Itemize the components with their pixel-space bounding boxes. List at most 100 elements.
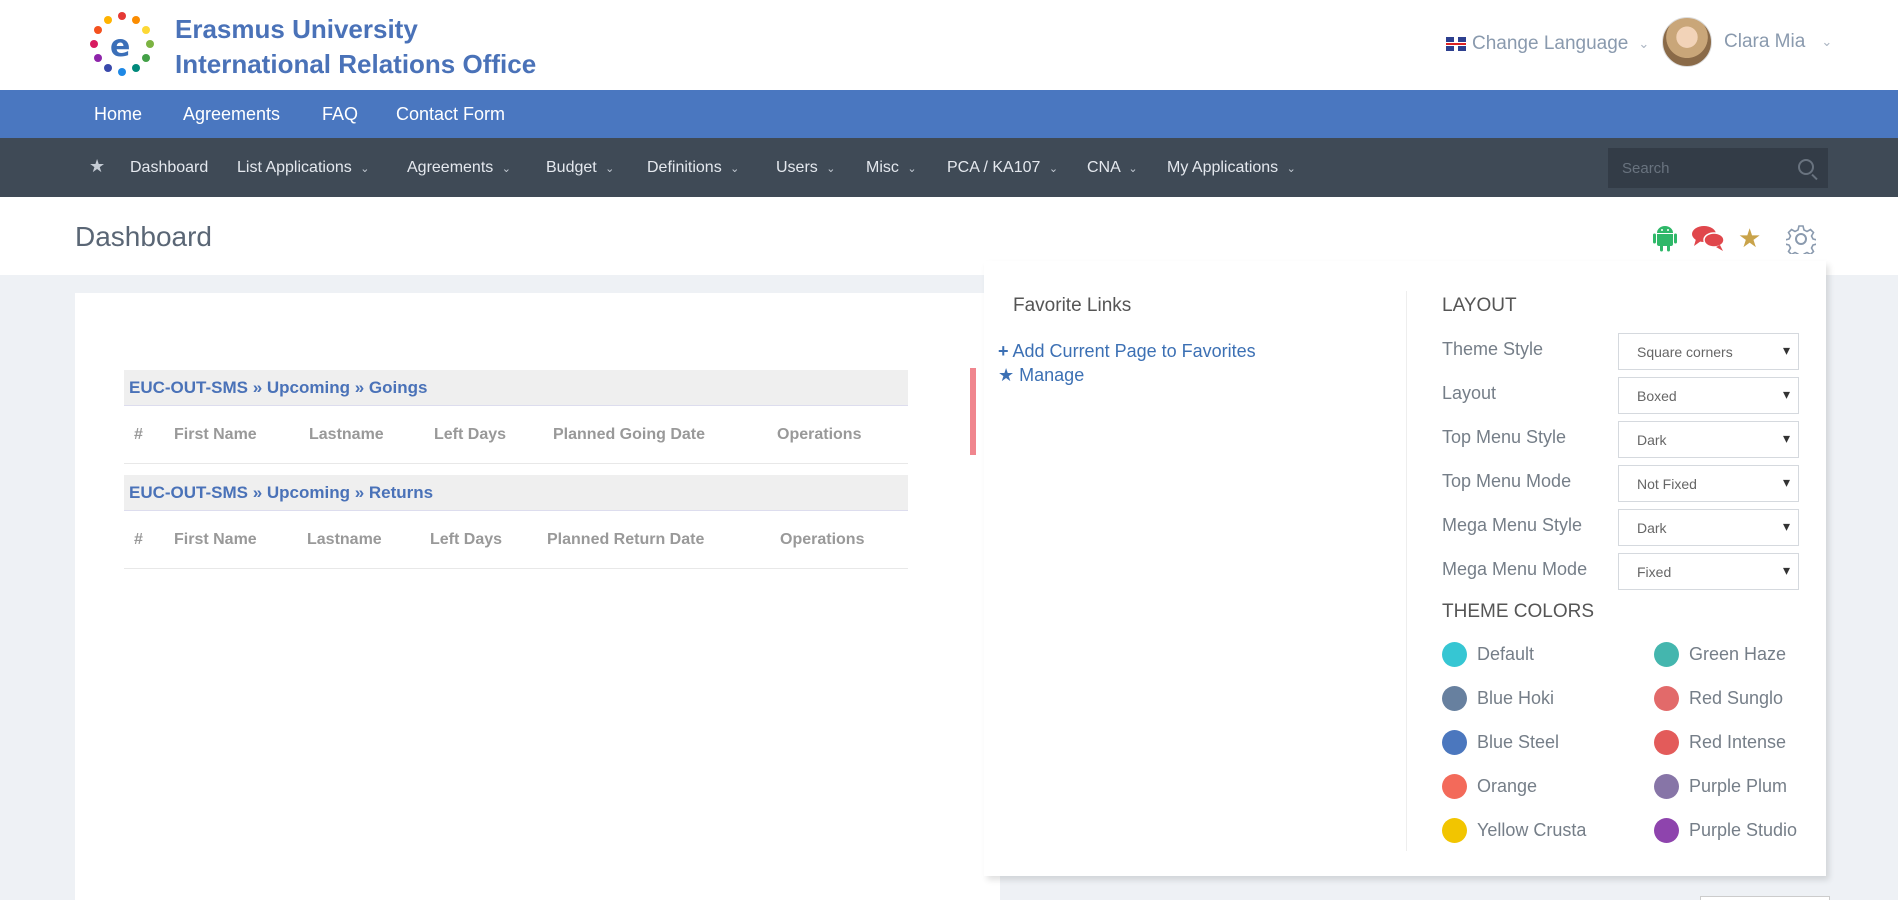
chevron-down-icon: ⌄: [826, 163, 836, 175]
menu-list-applications[interactable]: List Applications ⌄: [237, 159, 369, 177]
column-header[interactable]: #: [134, 426, 143, 444]
android-icon[interactable]: [1653, 224, 1677, 257]
chevron-down-icon: ⌄: [1638, 36, 1650, 51]
avatar: [1662, 17, 1712, 67]
column-header[interactable]: First Name: [174, 531, 257, 549]
org-name[interactable]: Erasmus University International Relatio…: [175, 12, 536, 82]
nav-faq[interactable]: FAQ: [322, 104, 358, 125]
menu-my-applications[interactable]: My Applications ⌄: [1167, 159, 1296, 177]
column-header[interactable]: Left Days: [434, 426, 506, 444]
menu-users[interactable]: Users ⌄: [776, 159, 835, 177]
chevron-down-icon: ⌄: [1048, 163, 1059, 175]
layout-select[interactable]: Boxed: [1618, 377, 1799, 414]
color-swatch: [1442, 818, 1467, 843]
theme-color-orange[interactable]: Orange: [1442, 774, 1537, 799]
menu-dashboard[interactable]: Dashboard: [130, 159, 208, 177]
mega-menu-style-select[interactable]: Dark: [1618, 509, 1799, 546]
column-header[interactable]: First Name: [174, 426, 257, 444]
theme-color-blue-hoki[interactable]: Blue Hoki: [1442, 686, 1554, 711]
menu-budget[interactable]: Budget ⌄: [546, 159, 614, 177]
theme-color-purple-plum[interactable]: Purple Plum: [1654, 774, 1787, 799]
menu-misc[interactable]: Misc ⌄: [866, 159, 917, 177]
change-language-dropdown[interactable]: Change Language ⌄: [1446, 33, 1649, 55]
mega-menu-mode-label: Mega Menu Mode: [1442, 559, 1588, 579]
chevron-down-icon: ⌄: [360, 163, 370, 175]
menu-agreements[interactable]: Agreements ⌄: [407, 159, 511, 177]
user-menu[interactable]: Clara Mia ⌄: [1662, 17, 1832, 67]
theme-color-green-haze[interactable]: Green Haze: [1654, 642, 1786, 667]
uk-flag-icon: [1446, 37, 1466, 51]
column-header[interactable]: Planned Return Date: [547, 531, 704, 549]
theme-color-purple-studio[interactable]: Purple Studio: [1654, 818, 1797, 843]
menu-label: PCA / KA107: [947, 159, 1041, 176]
column-header[interactable]: Operations: [777, 426, 861, 444]
org-name-line2: International Relations Office: [175, 49, 537, 79]
top-menu-style-label: Top Menu Style: [1442, 427, 1567, 447]
table-caption[interactable]: EUC-OUT-SMS » Upcoming » Goings: [124, 370, 908, 406]
nav-agreements[interactable]: Agreements: [183, 104, 280, 125]
manage-label: Manage: [1019, 365, 1085, 385]
menu-cna[interactable]: CNA ⌄: [1087, 159, 1138, 177]
top-menu-style-select[interactable]: Dark: [1618, 421, 1799, 458]
top-menu-mode-select[interactable]: Not Fixed: [1618, 465, 1799, 502]
search-input[interactable]: [1608, 148, 1788, 188]
menu-label: Dashboard: [130, 159, 209, 176]
top-nav: Home Agreements FAQ Contact Form: [0, 90, 1898, 138]
favorites-star-icon[interactable]: ★: [1738, 224, 1761, 252]
color-label: Red Sunglo: [1689, 688, 1784, 708]
column-header[interactable]: Operations: [780, 531, 864, 549]
color-swatch: [1442, 730, 1467, 755]
table-header-row: # First Name Lastname Left Days Planned …: [124, 511, 908, 569]
theme-color-yellow-crusta[interactable]: Yellow Crusta: [1442, 818, 1586, 843]
color-swatch: [1654, 774, 1679, 799]
layout-label: Layout: [1442, 383, 1497, 403]
quick-sidebar-toggle[interactable]: [970, 368, 976, 455]
table-caption[interactable]: EUC-OUT-SMS » Upcoming » Returns: [124, 475, 908, 511]
search-box: [1608, 148, 1828, 188]
search-icon[interactable]: [1798, 159, 1814, 175]
menu-label: My Applications: [1167, 159, 1279, 176]
color-swatch: [1654, 686, 1679, 711]
color-label: Orange: [1477, 776, 1538, 796]
menu-label: CNA: [1087, 159, 1120, 176]
mega-menu-mode-select[interactable]: Fixed: [1618, 553, 1799, 590]
theme-style-select[interactable]: Square corners: [1618, 333, 1799, 370]
gear-icon[interactable]: [1784, 224, 1818, 259]
comments-icon[interactable]: [1692, 224, 1725, 257]
theme-color-red-sunglo[interactable]: Red Sunglo: [1654, 686, 1783, 711]
color-label: Purple Plum: [1689, 776, 1788, 796]
column-header[interactable]: #: [134, 531, 143, 549]
menu-label: Misc: [866, 159, 899, 176]
color-label: Blue Steel: [1477, 732, 1560, 752]
theme-color-default[interactable]: Default: [1442, 642, 1534, 667]
column-header[interactable]: Lastname: [309, 426, 384, 444]
menu-label: Users: [776, 159, 818, 176]
star-icon: ★: [998, 365, 1015, 385]
theme-style-label: Theme Style: [1442, 339, 1544, 359]
add-favorite-link[interactable]: + Add Current Page to Favorites: [998, 341, 1256, 362]
goings-table: EUC-OUT-SMS » Upcoming » Goings # First …: [124, 370, 908, 464]
plus-icon: +: [998, 341, 1009, 361]
star-icon[interactable]: ★: [89, 156, 105, 177]
manage-favorites-link[interactable]: ★ Manage: [998, 365, 1084, 386]
nav-contact-form[interactable]: Contact Form: [396, 104, 505, 125]
menu-label: Budget: [546, 159, 597, 176]
color-swatch: [1442, 686, 1467, 711]
column-header[interactable]: Planned Going Date: [553, 426, 705, 444]
menu-definitions[interactable]: Definitions ⌄: [647, 159, 739, 177]
column-header[interactable]: Left Days: [430, 531, 502, 549]
color-swatch: [1442, 642, 1467, 667]
theme-color-red-intense[interactable]: Red Intense: [1654, 730, 1786, 755]
column-header[interactable]: Lastname: [307, 531, 382, 549]
color-label: Red Intense: [1689, 732, 1787, 752]
color-label: Yellow Crusta: [1477, 820, 1587, 840]
university-logo[interactable]: e: [86, 10, 158, 78]
menu-pca-ka107[interactable]: PCA / KA107 ⌄: [947, 159, 1058, 177]
chevron-down-icon: ⌄: [1128, 163, 1138, 175]
change-language-label: Change Language: [1472, 33, 1629, 54]
page-title: Dashboard: [75, 221, 212, 252]
nav-home[interactable]: Home: [94, 104, 142, 125]
mega-menu-style-label: Mega Menu Style: [1442, 515, 1583, 535]
theme-color-blue-steel[interactable]: Blue Steel: [1442, 730, 1559, 755]
theme-colors-title: THEME COLORS: [1442, 601, 1595, 622]
